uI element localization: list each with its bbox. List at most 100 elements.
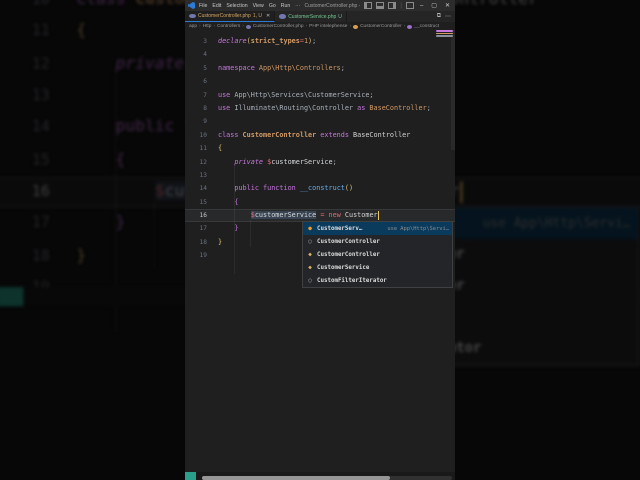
- menu-item-file[interactable]: File: [199, 3, 207, 9]
- more-actions-icon[interactable]: ⋯: [445, 13, 451, 20]
- token: App\Http\Services\CustomerService;: [230, 90, 374, 99]
- indent-guide: [250, 220, 251, 247]
- code-line[interactable]: 3 declare(strict_types=1);: [185, 35, 455, 48]
- code-text: }: [218, 236, 222, 249]
- tab-git-badge: U: [338, 13, 342, 20]
- breadcrumb-item[interactable]: Controllers: [217, 24, 240, 29]
- code-line[interactable]: 15 {: [185, 196, 455, 209]
- token: ;: [312, 37, 317, 45]
- token: public: [234, 184, 259, 193]
- menu-item-view[interactable]: View: [253, 3, 264, 9]
- code-line[interactable]: 14 public function __construct(): [185, 182, 455, 195]
- token: {: [218, 144, 223, 153]
- breadcrumb-item[interactable]: CustomerController: [360, 24, 402, 29]
- suggestion-item[interactable]: ◆ CustomerService: [303, 261, 452, 274]
- line-number: 6: [203, 78, 207, 86]
- suggestion-item[interactable]: ○ CustomFilterIterator: [303, 274, 452, 287]
- menu-item-go[interactable]: Go: [269, 3, 276, 9]
- breadcrumb-separator: ›: [403, 24, 406, 29]
- menu-item-selection[interactable]: Selection: [226, 3, 247, 9]
- token: ;: [340, 63, 345, 72]
- token: Customer: [340, 211, 378, 220]
- suggestion-label: CustomerController: [317, 251, 380, 258]
- breadcrumb-item[interactable]: Http: [203, 24, 212, 29]
- close-button[interactable]: ✕: [443, 2, 452, 9]
- breadcrumb-item[interactable]: app: [189, 24, 197, 29]
- tab-label: CustomerService.php: [288, 13, 337, 20]
- suggestion-item[interactable]: ● CustomerServ… use App\Http\Servi…: [303, 222, 452, 235]
- token: customerService: [254, 211, 317, 220]
- menu-item-⋯[interactable]: ⋯: [295, 3, 300, 9]
- code-text: {: [218, 142, 222, 155]
- code-text: {: [218, 196, 238, 209]
- code-text: public function __construct(): [218, 182, 353, 195]
- php-file-icon: [189, 13, 196, 19]
- code-line[interactable]: 13: [185, 169, 455, 182]
- code-line[interactable]: 8 use Illuminate\Routing\Controller as Ba…: [185, 102, 455, 115]
- cls-symbol-icon: [353, 24, 359, 29]
- line-number: 13: [199, 171, 207, 179]
- misc-kind-icon: ○: [308, 238, 312, 245]
- customize-layout-icon[interactable]: [405, 2, 414, 9]
- tab-customerservice-php[interactable]: CustomerService.php U: [275, 11, 347, 22]
- token: use: [218, 90, 231, 99]
- code-line[interactable]: 10 class CustomerController extends BaseC…: [185, 129, 455, 142]
- remote-indicator-button[interactable]: [185, 472, 196, 480]
- line-number: 8: [203, 104, 207, 112]
- code-line[interactable]: 5 namespace App\Http\Controllers;: [185, 62, 455, 75]
- line-number: 14: [199, 185, 207, 193]
- token: class: [218, 130, 239, 139]
- token: App\Http\Controllers: [254, 63, 341, 72]
- editor-scrollbar[interactable]: [451, 30, 455, 150]
- php-symbol-icon: [245, 24, 251, 29]
- line-number: 12: [199, 158, 207, 166]
- token: extends: [316, 130, 349, 139]
- titlebar-separator: |: [400, 2, 402, 9]
- suggestion-label: CustomerController: [317, 238, 380, 245]
- token: BaseController: [348, 130, 411, 139]
- token: private: [234, 157, 264, 166]
- line-number: 17: [199, 225, 207, 233]
- suggestion-label: CustomerService: [317, 264, 370, 271]
- suggestion-item[interactable]: ◆ CustomerController: [303, 248, 452, 261]
- code-text: private $customerService;: [218, 156, 336, 169]
- toggle-panel-icon[interactable]: [376, 2, 385, 9]
- token: new: [328, 211, 341, 220]
- toggle-sidebar-icon[interactable]: [364, 2, 373, 9]
- tab-close-icon[interactable]: ✕: [266, 13, 270, 19]
- code-line[interactable]: 6: [185, 75, 455, 88]
- maximize-button[interactable]: ▢: [429, 2, 439, 9]
- code-line[interactable]: 12 private $customerService;: [185, 156, 455, 169]
- suggestion-item[interactable]: ○ CustomerController: [303, 235, 452, 248]
- video-progress-bar[interactable]: [202, 476, 390, 480]
- line-number: 10: [199, 131, 207, 139]
- text-cursor: [378, 210, 380, 220]
- toggle-secondary-sidebar-icon[interactable]: [388, 2, 397, 9]
- split-editor-icon[interactable]: ⧉: [437, 13, 441, 20]
- code-text: namespace App\Http\Controllers;: [218, 62, 345, 75]
- menu-item-run[interactable]: Run: [281, 3, 291, 9]
- breadcrumb-separator: ›: [349, 24, 352, 29]
- token: declare: [218, 37, 247, 45]
- code-line[interactable]: 9: [185, 115, 455, 128]
- suggestion-detail: use App\Http\Servi…: [387, 225, 449, 232]
- editor-actions: ⧉ ⋯: [433, 11, 455, 22]
- line-number: 11: [199, 145, 207, 153]
- line-number: 19: [199, 252, 207, 260]
- tab-customercontroller-php[interactable]: CustomerController.php 1, U ✕: [185, 11, 276, 22]
- code-line[interactable]: 4: [185, 48, 455, 61]
- menu-item-edit[interactable]: Edit: [212, 3, 221, 9]
- code-line[interactable]: 11 {: [185, 142, 455, 155]
- window-title: CustomerController.php - varen - Visual …: [304, 2, 361, 9]
- breadcrumb-item[interactable]: CustomerController.php: [253, 24, 304, 29]
- minimize-button[interactable]: –: [418, 3, 425, 9]
- breadcrumb-item[interactable]: PHP intelephense: [309, 24, 347, 29]
- token: $: [263, 157, 272, 166]
- code-line[interactable]: 7 use App\Http\Services\CustomerService;: [185, 89, 455, 102]
- suggestion-label: CustomerServ…: [317, 225, 363, 232]
- line-number: 5: [203, 64, 207, 72]
- classalt-kind-icon: ◆: [308, 251, 312, 258]
- line-number: 4: [203, 51, 207, 59]
